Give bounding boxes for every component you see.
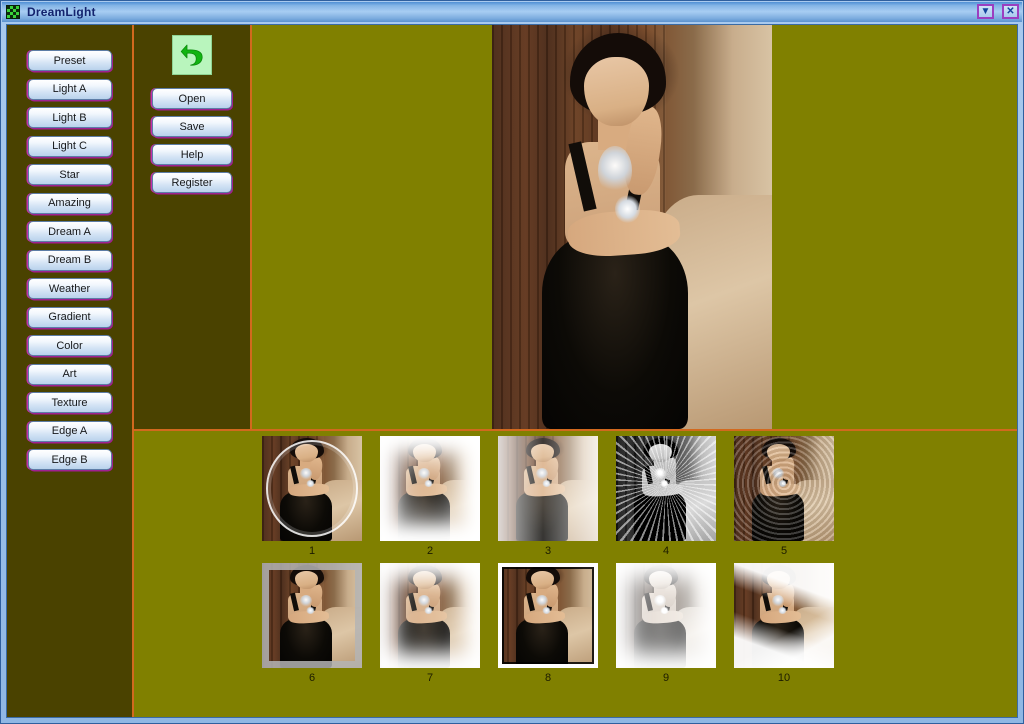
thumbnail-item-8[interactable]: 8: [498, 563, 598, 685]
client-area: Preset Light A Light B Light C Star Amaz…: [6, 24, 1018, 718]
thumbnail-item-6[interactable]: 6: [262, 563, 362, 685]
thumbnail-image-8[interactable]: [498, 563, 598, 668]
thumbnail-item-7[interactable]: 7: [380, 563, 480, 685]
thumbnail-label-3: 3: [544, 545, 552, 557]
thumbnail-item-1[interactable]: 1: [262, 436, 362, 558]
preview-image[interactable]: [492, 25, 772, 429]
thumbnail-image-10[interactable]: [734, 563, 834, 668]
undo-arrow-icon[interactable]: [172, 35, 212, 75]
sidebar-item-star[interactable]: Star: [27, 164, 112, 185]
thumbnail-label-1: 1: [308, 545, 316, 557]
effect-thumbnail-strip: 1 2 3 4 5 6 7 8 9 10: [252, 431, 1017, 717]
thumbnail-label-6: 6: [308, 672, 316, 684]
sidebar-item-gradient[interactable]: Gradient: [27, 306, 112, 328]
thumbnail-image-2[interactable]: [380, 436, 480, 541]
window-title: DreamLight: [27, 5, 96, 19]
sidebar-item-light-b[interactable]: Light B: [27, 107, 112, 128]
thumbnail-label-7: 7: [426, 672, 434, 684]
register-button[interactable]: Register: [152, 172, 232, 193]
thumbnail-label-8: 8: [544, 672, 552, 684]
thumbnail-image-7[interactable]: [380, 563, 480, 668]
preview-area: [252, 25, 1017, 431]
sidebar-item-dream-b[interactable]: Dream B: [27, 249, 112, 271]
file-toolbar: Open Save Help Register: [134, 25, 252, 431]
thumbnail-item-2[interactable]: 2: [380, 436, 480, 558]
thumbnail-item-3[interactable]: 3: [498, 436, 598, 558]
thumbnail-row: 1 2 3 4 5: [262, 436, 1017, 558]
sidebar-item-dream-a[interactable]: Dream A: [27, 221, 112, 242]
effect-category-sidebar: Preset Light A Light B Light C Star Amaz…: [7, 25, 134, 717]
thumbnail-item-10[interactable]: 10: [734, 563, 834, 685]
sidebar-item-edge-a[interactable]: Edge A: [27, 420, 112, 442]
sidebar-item-light-c[interactable]: Light C: [27, 135, 112, 157]
thumbnail-row: 6 7 8 9 10: [262, 563, 1017, 685]
thumbnail-label-5: 5: [780, 545, 788, 557]
sidebar-item-art[interactable]: Art: [27, 363, 112, 385]
window-controls: ▼ ✕: [977, 4, 1019, 19]
workspace: 1 2 3 4 5 6 7 8 9 10: [252, 25, 1017, 717]
sidebar-item-amazing[interactable]: Amazing: [27, 192, 112, 214]
thumbnail-image-3[interactable]: [498, 436, 598, 541]
sidebar-item-edge-b[interactable]: Edge B: [27, 449, 112, 470]
thumbnail-item-5[interactable]: 5: [734, 436, 834, 558]
thumbnail-image-4[interactable]: [616, 436, 716, 541]
thumbnail-image-9[interactable]: [616, 563, 716, 668]
thumbnail-label-4: 4: [662, 545, 670, 557]
thumbnail-label-2: 2: [426, 545, 434, 557]
help-button[interactable]: Help: [152, 144, 232, 165]
sidebar-item-light-a[interactable]: Light A: [27, 78, 112, 100]
sidebar-item-weather[interactable]: Weather: [27, 278, 112, 299]
thumbnail-label-9: 9: [662, 672, 670, 684]
minimize-button[interactable]: ▼: [977, 4, 994, 19]
thumbnail-item-9[interactable]: 9: [616, 563, 716, 685]
thumbnail-image-5[interactable]: [734, 436, 834, 541]
save-button[interactable]: Save: [152, 116, 232, 137]
open-button[interactable]: Open: [152, 88, 232, 109]
sidebar-item-texture[interactable]: Texture: [27, 392, 112, 413]
sidebar-item-color[interactable]: Color: [27, 335, 112, 356]
app-pattern-icon: [6, 5, 20, 19]
thumbnail-item-4[interactable]: 4: [616, 436, 716, 558]
thumbnail-label-10: 10: [777, 672, 791, 684]
close-button[interactable]: ✕: [1002, 4, 1019, 19]
title-bar: DreamLight ▼ ✕: [2, 2, 1022, 22]
thumbnail-image-6[interactable]: [262, 563, 362, 668]
sidebar-item-preset[interactable]: Preset: [27, 50, 112, 71]
thumbnail-image-1[interactable]: [262, 436, 362, 541]
application-window: DreamLight ▼ ✕ Preset Light A Light B Li…: [0, 0, 1024, 724]
